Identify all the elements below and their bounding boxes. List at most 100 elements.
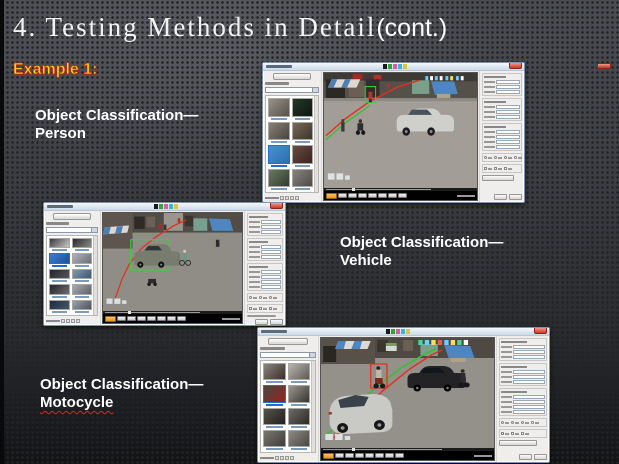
player-button[interactable] bbox=[157, 316, 166, 321]
thumbnail[interactable] bbox=[49, 284, 70, 297]
toolbar-icon[interactable] bbox=[393, 64, 397, 69]
thumbnail[interactable] bbox=[263, 430, 286, 450]
radio-button[interactable] bbox=[511, 421, 514, 424]
toolbar-icon[interactable] bbox=[169, 204, 173, 209]
field-input[interactable] bbox=[496, 90, 520, 94]
field-input[interactable] bbox=[496, 85, 520, 89]
seek-bar[interactable] bbox=[324, 188, 477, 191]
ok-button[interactable] bbox=[255, 319, 268, 325]
field-input[interactable] bbox=[513, 345, 545, 349]
check-button[interactable] bbox=[259, 307, 262, 310]
panel-button[interactable] bbox=[53, 213, 90, 220]
radio-button[interactable] bbox=[521, 421, 524, 424]
field-input[interactable] bbox=[513, 410, 545, 414]
field-input[interactable] bbox=[513, 355, 545, 359]
thumbnail[interactable] bbox=[288, 363, 311, 383]
check-button[interactable] bbox=[521, 432, 524, 435]
field-input[interactable] bbox=[513, 395, 545, 399]
pager-button[interactable] bbox=[290, 456, 294, 460]
thumbnail[interactable] bbox=[49, 253, 70, 266]
pager-button[interactable] bbox=[275, 456, 279, 460]
toolbar-icon[interactable] bbox=[398, 64, 402, 69]
radio-button[interactable] bbox=[504, 156, 507, 159]
check-button[interactable] bbox=[504, 167, 507, 170]
player-button[interactable] bbox=[127, 316, 136, 321]
field-input[interactable] bbox=[496, 80, 520, 84]
player-button[interactable] bbox=[105, 316, 116, 322]
player-button[interactable] bbox=[335, 453, 344, 458]
player-button[interactable] bbox=[177, 316, 186, 321]
thumbnail[interactable] bbox=[263, 385, 286, 405]
field-input[interactable] bbox=[261, 245, 281, 249]
thumbnail[interactable] bbox=[49, 238, 70, 251]
check-button[interactable] bbox=[269, 307, 272, 310]
pager-button[interactable] bbox=[76, 319, 80, 323]
radio-button[interactable] bbox=[269, 296, 272, 299]
field-input[interactable] bbox=[261, 225, 281, 229]
player-button[interactable] bbox=[147, 316, 156, 321]
field-input[interactable] bbox=[496, 130, 520, 134]
category-dropdown[interactable] bbox=[260, 352, 316, 358]
thumbnail[interactable] bbox=[268, 145, 290, 167]
thumbnail[interactable] bbox=[72, 253, 93, 266]
close-icon[interactable] bbox=[509, 63, 522, 69]
radio-button[interactable] bbox=[249, 296, 252, 299]
thumbnail[interactable] bbox=[268, 169, 290, 191]
toolbar-icon[interactable] bbox=[154, 204, 158, 209]
thumbnail[interactable] bbox=[292, 145, 314, 167]
player-button[interactable] bbox=[167, 316, 176, 321]
field-input[interactable] bbox=[261, 255, 281, 259]
apply-button[interactable] bbox=[247, 315, 276, 317]
toolbar-icon[interactable] bbox=[159, 204, 163, 209]
cancel-button[interactable] bbox=[509, 194, 522, 200]
close-icon[interactable] bbox=[270, 203, 283, 209]
radio-button[interactable] bbox=[514, 156, 517, 159]
player-button[interactable] bbox=[398, 193, 407, 198]
pager-button[interactable] bbox=[66, 319, 70, 323]
window-titlebar[interactable] bbox=[263, 63, 524, 71]
thumbnail[interactable] bbox=[263, 408, 286, 428]
player-button[interactable] bbox=[345, 453, 354, 458]
player-button[interactable] bbox=[395, 453, 404, 458]
player-button[interactable] bbox=[365, 453, 374, 458]
ok-button[interactable] bbox=[519, 454, 532, 460]
thumbnail[interactable] bbox=[268, 122, 290, 144]
thumbnail[interactable] bbox=[49, 269, 70, 282]
thumbnail[interactable] bbox=[49, 300, 70, 313]
panel-button[interactable] bbox=[268, 338, 308, 345]
field-input[interactable] bbox=[513, 370, 545, 374]
toolbar-icon[interactable] bbox=[396, 329, 400, 334]
toolbar-icon[interactable] bbox=[391, 329, 395, 334]
panel-button[interactable] bbox=[273, 73, 312, 80]
pager-button[interactable] bbox=[280, 196, 284, 200]
field-input[interactable] bbox=[261, 275, 281, 279]
field-input[interactable] bbox=[513, 405, 545, 409]
player-button[interactable] bbox=[385, 453, 394, 458]
player-button[interactable] bbox=[388, 193, 397, 198]
cancel-button[interactable] bbox=[534, 454, 547, 460]
toolbar-icon[interactable] bbox=[383, 64, 387, 69]
seek-bar[interactable] bbox=[321, 448, 494, 451]
field-input[interactable] bbox=[496, 110, 520, 114]
player-button[interactable] bbox=[348, 193, 357, 198]
seek-bar[interactable] bbox=[103, 311, 242, 314]
toolbar-icon[interactable] bbox=[401, 329, 405, 334]
thumbnail[interactable] bbox=[288, 430, 311, 450]
thumbnail[interactable] bbox=[292, 122, 314, 144]
cancel-button[interactable] bbox=[270, 319, 283, 325]
radio-button[interactable] bbox=[259, 296, 262, 299]
toolbar-icon[interactable] bbox=[406, 329, 410, 334]
toolbar-icon[interactable] bbox=[164, 204, 168, 209]
field-input[interactable] bbox=[261, 285, 281, 289]
check-button[interactable] bbox=[511, 432, 514, 435]
pager-button[interactable] bbox=[285, 196, 289, 200]
thumbnail[interactable] bbox=[292, 98, 314, 120]
thumbnail[interactable] bbox=[72, 269, 93, 282]
field-input[interactable] bbox=[261, 270, 281, 274]
pager-button[interactable] bbox=[290, 196, 294, 200]
pager-button[interactable] bbox=[61, 319, 65, 323]
player-button[interactable] bbox=[117, 316, 126, 321]
radio-button[interactable] bbox=[484, 156, 487, 159]
thumbnail[interactable] bbox=[288, 385, 311, 405]
field-input[interactable] bbox=[496, 115, 520, 119]
